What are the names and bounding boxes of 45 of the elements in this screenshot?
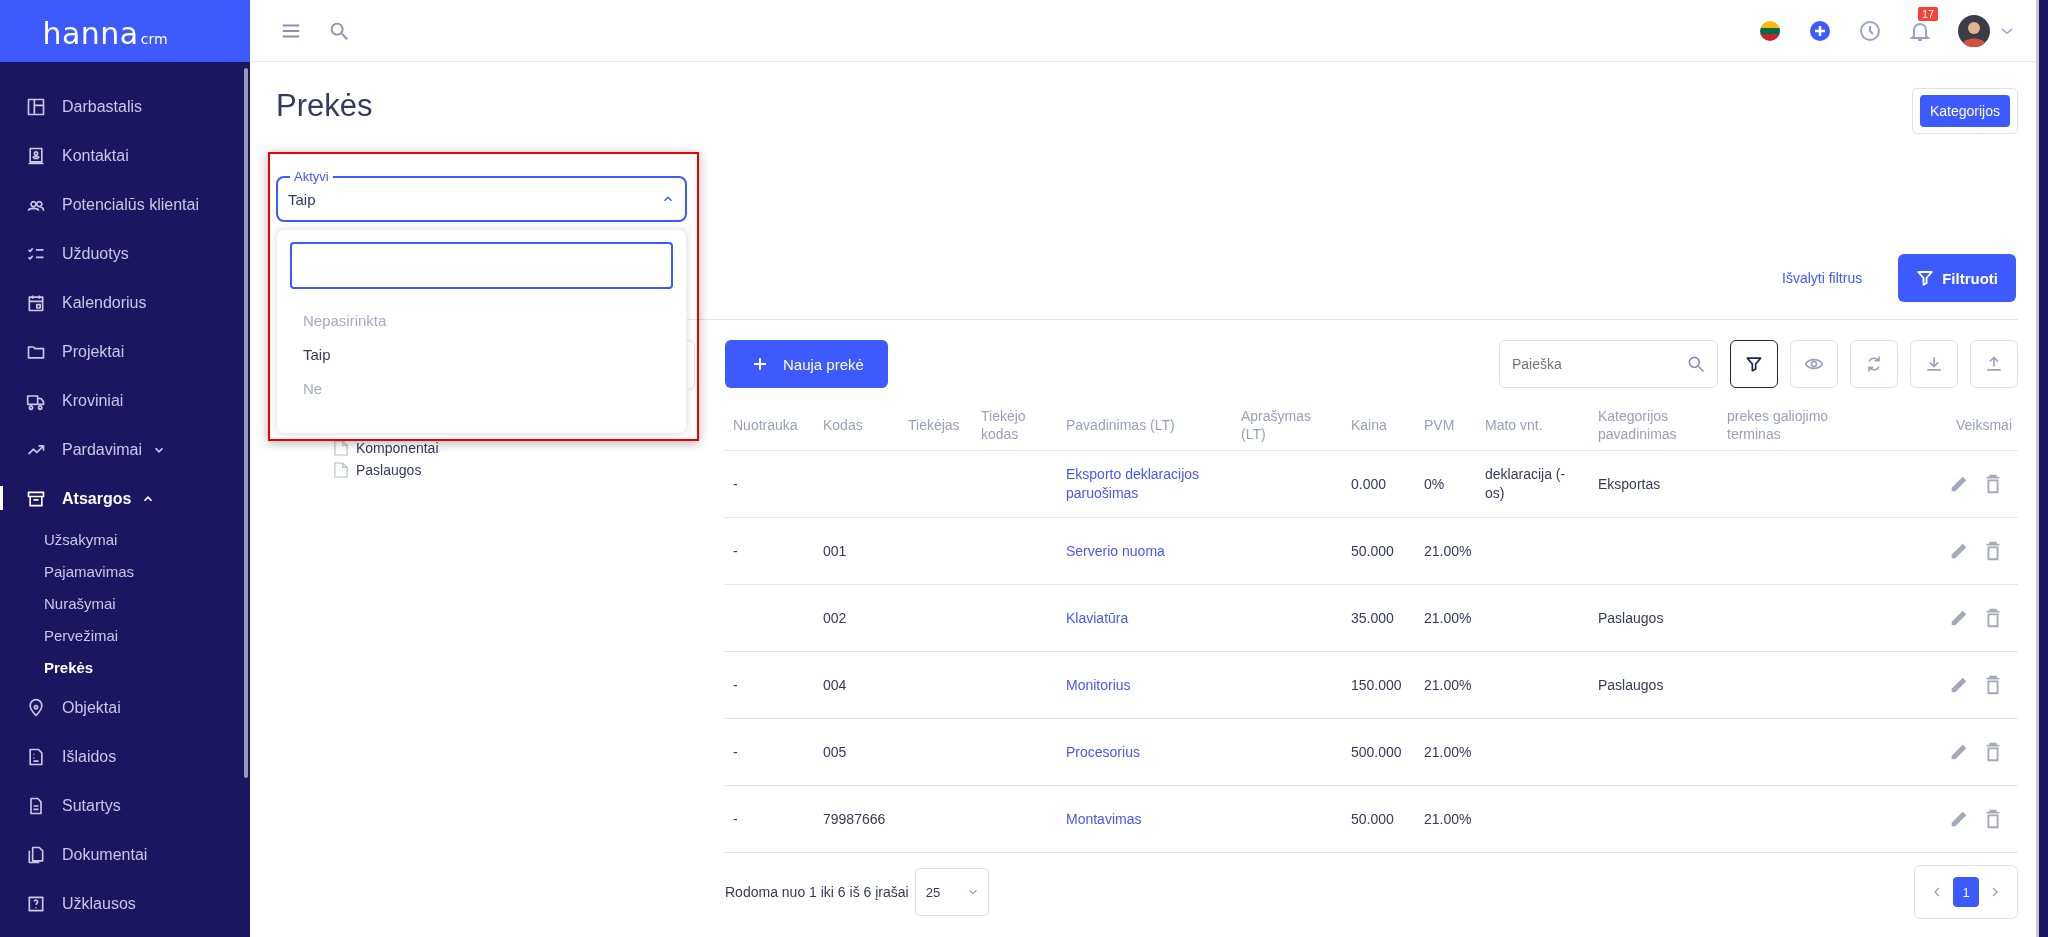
column-header: Aprašymas (LT) [1240, 406, 1313, 444]
table-cell-text: - [732, 541, 739, 561]
records-summary: Rodoma nuo 1 iki 6 iš 6 įrašai [725, 884, 909, 900]
table-cell-text: 0% [1423, 474, 1446, 494]
column-header: Tiekėjas [907, 415, 961, 435]
table-cell-text: 005 [822, 742, 848, 762]
table-cell-text: - [732, 809, 739, 829]
column-header: Kategorijos pavadinimas [1597, 406, 1678, 444]
table-cell-text: 0.000 [1350, 474, 1388, 494]
notification-count: 17 [1918, 6, 1939, 21]
table-cell-text: 001 [822, 541, 848, 561]
column-header: Mato vnt. [1484, 415, 1544, 435]
select-value: Taip [288, 190, 317, 208]
column-header: Pavadinimas (LT) [1065, 415, 1176, 435]
select-label: Aktyvi [290, 169, 333, 184]
table-cell-text: 500.000 [1350, 742, 1403, 762]
table-cell-text: - [732, 742, 739, 762]
table-cell-text: 35.000 [1350, 608, 1395, 628]
column-header: prekes galiojimo terminas [1726, 406, 1830, 444]
table-cell-text: 21.00% [1423, 541, 1473, 561]
column-header: Kodas [822, 415, 864, 435]
column-header: Kaina [1350, 415, 1388, 435]
column-header: PVM [1423, 415, 1456, 435]
column-header: Veiksmai [1954, 415, 2013, 435]
column-header: Tiekėjo kodas [980, 406, 1027, 444]
table-cell-text: 21.00% [1423, 608, 1473, 628]
table-cell-text: 21.00% [1423, 809, 1473, 829]
table-cell-text: 004 [822, 675, 848, 695]
column-header: Nuotrauka [732, 415, 799, 435]
table-cell-text: 50.000 [1350, 809, 1395, 829]
table-cell-text: - [732, 675, 739, 695]
table-cell-text: 150.000 [1350, 675, 1403, 695]
table-cell-text: 21.00% [1423, 675, 1473, 695]
page-title: Prekės [276, 88, 373, 124]
table-cell-text: 79987666 [822, 809, 887, 829]
table-cell-text: Paslaugos [1597, 675, 1665, 695]
table-cell-text: 21.00% [1423, 742, 1473, 762]
table-cell-text: Paslaugos [1597, 608, 1665, 628]
table-cell-text: 50.000 [1350, 541, 1395, 561]
logo-text: hanna [42, 16, 139, 51]
table-cell-text: deklaracija (-os) [1484, 465, 1567, 503]
logo-suffix: crm [140, 31, 168, 47]
table-cell-text: Eksportas [1597, 474, 1662, 494]
table-cell-text: 002 [822, 608, 848, 628]
table-cell-text: - [732, 474, 739, 494]
